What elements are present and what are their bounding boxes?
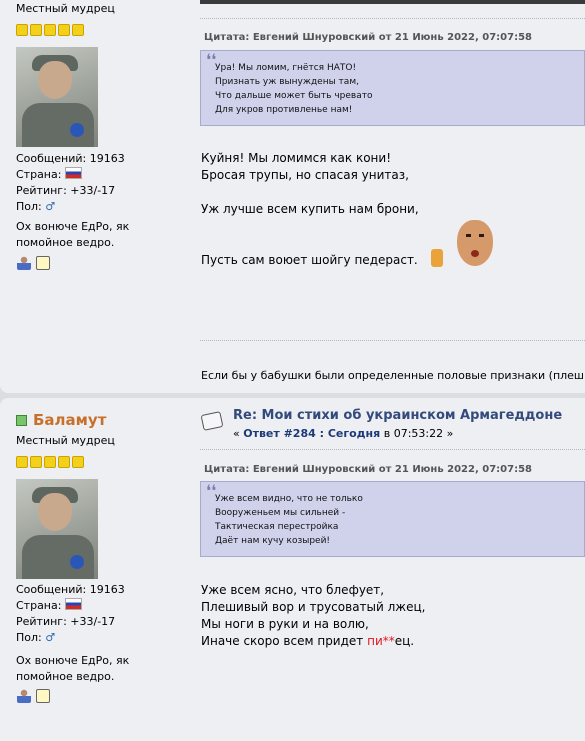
divider [200,18,585,19]
star-icon [16,456,28,468]
post-signature: Если бы у бабушки были определенные поло… [201,369,585,382]
messages-label: Сообщений: [16,152,87,165]
message-icon[interactable] [36,689,50,703]
star-icon [72,24,84,36]
divider [200,449,585,450]
user-signature: Ох вонюче ЕдРо, як помойное ведро. [16,653,146,685]
message-icon[interactable] [36,256,50,270]
country-label: Страна: [16,599,62,612]
star-icon [44,456,56,468]
profile-icon[interactable] [17,256,31,270]
avatar[interactable] [16,479,98,579]
middle-finger-emoji-icon [431,249,443,267]
profile-icon[interactable] [17,689,31,703]
post-1: Местный мудрец Сообщений: 19163 Страна: … [0,0,585,393]
rank-stars [16,456,86,469]
quote-line: Признать уж вынуждены там, [215,77,359,87]
post-text-line: Бросая трупы, но спасая унитаз, [201,168,409,182]
post-text-line: Пусть сам воюет шойгу педераст. [201,253,418,267]
rating-label: Рейтинг: [16,184,67,197]
star-icon [72,456,84,468]
signature-divider [200,340,585,341]
text-segment: ец. [394,634,415,648]
country-label: Страна: [16,168,62,181]
messages-label: Сообщений: [16,583,87,596]
quote-line: Для укров противленье нам! [215,105,353,115]
post-text-line: Уж лучше всем купить нам брони, [201,202,419,216]
post-separator [200,0,585,4]
subtitle-suffix: » [443,427,454,440]
post-subtitle: « Ответ #284 : Сегодня в 07:53:22 » [233,427,453,440]
user-signature: Ох вонюче ЕдРо, як помойное ведро. [16,219,146,251]
quote-header[interactable]: Цитата: Евгений Шнуровский от 21 Июнь 20… [204,32,532,43]
rating-value: +33/-17 [70,184,116,197]
male-icon: ♂ [45,200,56,213]
star-icon [16,24,28,36]
user-info: Сообщений: 19163 Страна: Рейтинг: +33/-1… [16,151,125,215]
online-status-icon [16,415,27,426]
signature-line: помойное ведро. [16,670,115,683]
quote-line: Вооруженьем мы сильней - [215,508,346,518]
gender-label: Пол: [16,631,42,644]
russia-flag-icon [64,167,82,179]
post-text-line: Куйня! Мы ломимся как кони! [201,151,392,165]
star-icon [30,456,42,468]
star-icon [30,24,42,36]
user-info: Сообщений: 19163 Страна: Рейтинг: +33/-1… [16,582,125,646]
post-text-line: Мы ноги в руки и на волю, [201,617,369,631]
post-title-link[interactable]: Re: Мои стихи об украинском Армагеддоне [233,408,562,423]
quote-line: Ура! Мы ломим, гнётся НАТО! [215,63,357,73]
post-text-line: Плешивый вор и трусоватый лжец, [201,600,426,614]
male-icon: ♂ [45,631,56,644]
subtitle-prefix: « [233,427,244,440]
messages-count: 19163 [89,152,125,165]
post-time: 07:53:22 [393,427,444,440]
quote-line: Даёт нам кучу козырей! [215,536,331,546]
star-icon [58,456,70,468]
quote-line: Тактическая перестройка [215,522,339,532]
russia-flag-icon [64,598,82,610]
quote-header[interactable]: Цитата: Евгений Шнуровский от 21 Июнь 20… [204,464,532,475]
quote-line: Что дальше может быть чревато [215,91,373,101]
reply-number-link[interactable]: Ответ #284 : Сегодня [243,427,380,440]
star-icon [58,24,70,36]
quote-block: ❛❛ Ура! Мы ломим, гнётся НАТО! Признать … [200,50,585,126]
rating-value: +33/-17 [70,615,116,628]
user-rank: Местный мудрец [16,434,115,447]
rank-stars [16,24,86,37]
quote-line: Уже всем видно, что не только [215,494,363,504]
post-text-line: Иначе скоро всем придет пи**ец. [201,632,414,650]
text-segment: Иначе скоро всем придет [201,634,368,648]
face-emoji-icon [457,220,493,266]
avatar[interactable] [16,47,98,147]
rating-label: Рейтинг: [16,615,67,628]
signature-line: Ох вонюче ЕдРо, як [16,654,130,667]
quote-block: ❛❛ Уже всем видно, что не только Вооруже… [200,481,585,557]
username-link[interactable]: Баламут [33,411,106,429]
star-icon [44,24,56,36]
messages-count: 19163 [89,583,125,596]
post-text-line: Уже всем ясно, что блефует, [201,583,385,597]
signature-line: помойное ведро. [16,236,115,249]
censored-text: пи [367,634,383,648]
user-rank: Местный мудрец [16,2,115,15]
censored-stars: ** [382,634,395,648]
time-prefix: в [380,427,394,440]
gender-label: Пол: [16,200,42,213]
signature-line: Ох вонюче ЕдРо, як [16,220,130,233]
